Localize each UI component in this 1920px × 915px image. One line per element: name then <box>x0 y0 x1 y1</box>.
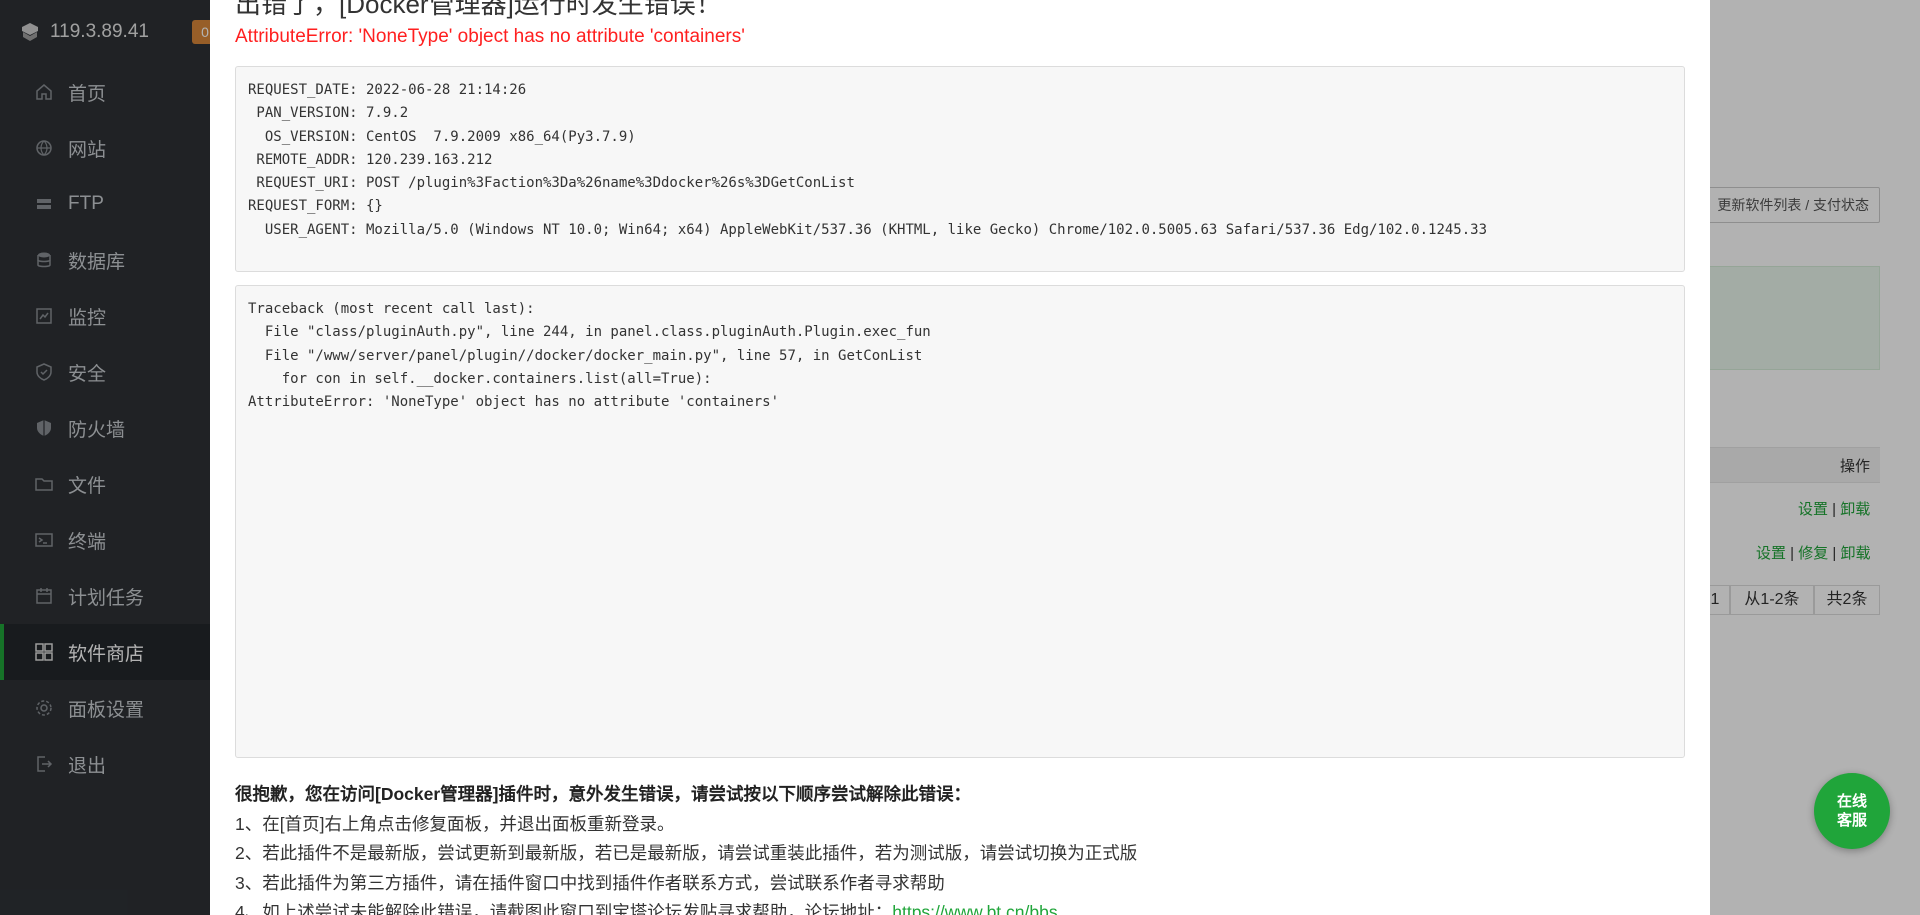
service-label-line1: 在线 <box>1836 793 1867 810</box>
help-step-3: 3、若此插件为第三方插件，请在插件窗口中找到插件作者联系方式，尝试联系作者寻求帮… <box>235 872 945 893</box>
help-step-4-text: 4、如上述尝试未能解除此错误，请截图此窗口到宝塔论坛发贴寻求帮助，论坛地址： <box>235 902 893 915</box>
request-info-box: REQUEST_DATE: 2022-06-28 21:14:26 PAN_VE… <box>235 66 1685 272</box>
help-step-1: 1、在[首页]右上角点击修复面板，并退出面板重新登录。 <box>235 813 675 834</box>
online-service-button[interactable]: 在线 客服 <box>1814 773 1890 849</box>
error-summary: AttributeError: 'NoneType' object has no… <box>235 26 745 47</box>
service-label-line2: 客服 <box>1836 812 1867 829</box>
dialog-title: 出错了，[Docker管理器]运行时发生错误！ <box>235 0 722 19</box>
error-dialog: 出错了，[Docker管理器]运行时发生错误！ AttributeError: … <box>210 0 1710 915</box>
help-step-4: 4、如上述尝试未能解除此错误，请截图此窗口到宝塔论坛发贴寻求帮助，论坛地址：ht… <box>235 898 1137 915</box>
forum-link[interactable]: https://www.bt.cn/bbs <box>892 902 1057 915</box>
help-section: 很抱歉，您在访问[Docker管理器]插件时，意外发生错误，请尝试按以下顺序尝试… <box>235 780 1137 915</box>
traceback-box: Traceback (most recent call last): File … <box>235 285 1685 758</box>
help-step-2: 2、若此插件不是最新版，尝试更新到最新版，若已是最新版，请尝试重装此插件，若为测… <box>235 843 1138 863</box>
help-title: 很抱歉，您在访问[Docker管理器]插件时，意外发生错误，请尝试按以下顺序尝试… <box>235 784 971 804</box>
